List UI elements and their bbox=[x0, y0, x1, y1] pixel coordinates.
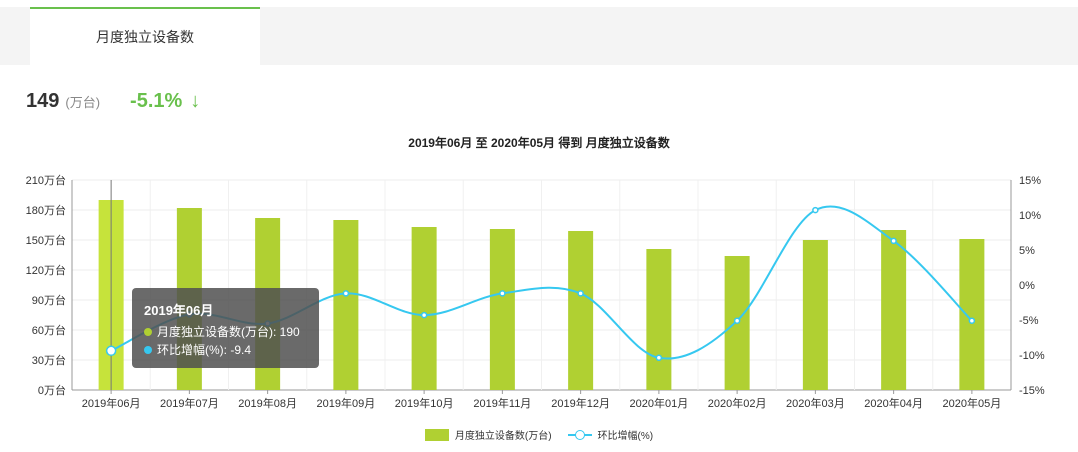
x-tick-label: 2019年11月 bbox=[473, 396, 531, 410]
y-right-tick-label: 0% bbox=[1019, 280, 1035, 292]
y-left-tick-label: 60万台 bbox=[32, 323, 66, 337]
x-tick-label: 2020年02月 bbox=[708, 396, 767, 410]
legend-label: 月度独立设备数(万台) bbox=[454, 431, 552, 442]
x-tick-label: 2019年12月 bbox=[551, 396, 610, 410]
y-left-tick-label: 90万台 bbox=[32, 293, 66, 307]
legend-item-devices[interactable]: 月度独立设备数(万台) bbox=[424, 427, 552, 442]
bar[interactable] bbox=[489, 229, 515, 390]
bar[interactable] bbox=[881, 230, 907, 390]
x-tick-label: 2019年09月 bbox=[317, 396, 376, 410]
legend-label: 环比增幅(%) bbox=[597, 431, 654, 442]
y-left-tick-label: 120万台 bbox=[26, 263, 66, 277]
x-tick-label: 2019年08月 bbox=[238, 396, 297, 410]
line-point[interactable] bbox=[968, 317, 976, 324]
y-left-tick-label: 0万台 bbox=[38, 383, 66, 397]
line-point[interactable] bbox=[105, 345, 117, 357]
x-tick-label: 2019年06月 bbox=[82, 396, 141, 410]
bar[interactable] bbox=[568, 231, 594, 390]
y-right-tick-label: 15% bbox=[1019, 175, 1041, 187]
y-left-tick-label: 30万台 bbox=[32, 353, 66, 367]
x-tick-label: 2019年07月 bbox=[160, 396, 219, 410]
bar[interactable] bbox=[333, 220, 359, 390]
y-left-tick-label: 210万台 bbox=[26, 173, 66, 187]
combo-chart[interactable]: 0万台 30万台 60万台 90万台 120万台 150万台 180万台 210万台 -15% -… bbox=[0, 0, 1078, 452]
y-left-tick-label: 180万台 bbox=[26, 203, 66, 217]
tooltip-row-growth: 环比增幅(%): -9.4 bbox=[144, 341, 307, 359]
tooltip-row-devices: 月度独立设备数(万台): 190 bbox=[144, 323, 307, 341]
bar[interactable] bbox=[411, 227, 437, 390]
legend-line-swatch-icon bbox=[567, 429, 592, 441]
bar[interactable] bbox=[802, 240, 828, 390]
x-tick-label: 2020年01月 bbox=[630, 396, 689, 410]
x-tick-label: 2019年10月 bbox=[395, 396, 454, 410]
bar[interactable] bbox=[959, 239, 985, 390]
line-point[interactable] bbox=[342, 290, 350, 297]
line-point[interactable] bbox=[812, 206, 819, 214]
x-tick-label: 2020年05月 bbox=[943, 396, 1002, 410]
tooltip-title: 2019年06月 bbox=[144, 303, 214, 318]
y-left-tick-label: 150万台 bbox=[26, 233, 66, 247]
line-point[interactable] bbox=[499, 290, 506, 297]
chart-tooltip: 2019年06月 月度独立设备数(万台): 190 环比增幅(%): -9.4 bbox=[132, 288, 319, 368]
line-series-dot-icon bbox=[144, 345, 152, 354]
y-right-tick-label: 10% bbox=[1019, 210, 1041, 222]
y-right-tick-label: 5% bbox=[1019, 245, 1035, 257]
chart-legend: 月度独立设备数(万台) 环比增幅(%) bbox=[0, 427, 1078, 442]
legend-bar-swatch-icon bbox=[424, 428, 449, 441]
line-point[interactable] bbox=[420, 311, 428, 319]
line-point[interactable] bbox=[890, 237, 897, 245]
x-tick-label: 2020年04月 bbox=[864, 396, 923, 410]
line-point[interactable] bbox=[577, 290, 584, 297]
tooltip-row-label: 月度独立设备数(万台): 190 bbox=[157, 325, 300, 339]
x-tick-label: 2020年03月 bbox=[786, 396, 845, 410]
y-right-tick-label: -10% bbox=[1019, 350, 1045, 362]
tooltip-row-label: 环比增幅(%): -9.4 bbox=[157, 343, 252, 357]
line-point[interactable] bbox=[655, 354, 663, 362]
bar[interactable] bbox=[646, 249, 672, 390]
legend-item-growth[interactable]: 环比增幅(%) bbox=[567, 427, 654, 442]
line-point[interactable] bbox=[733, 317, 741, 324]
bar-series-dot-icon bbox=[144, 327, 152, 336]
y-right-tick-label: -15% bbox=[1019, 385, 1045, 397]
y-right-tick-label: -5% bbox=[1019, 315, 1039, 327]
